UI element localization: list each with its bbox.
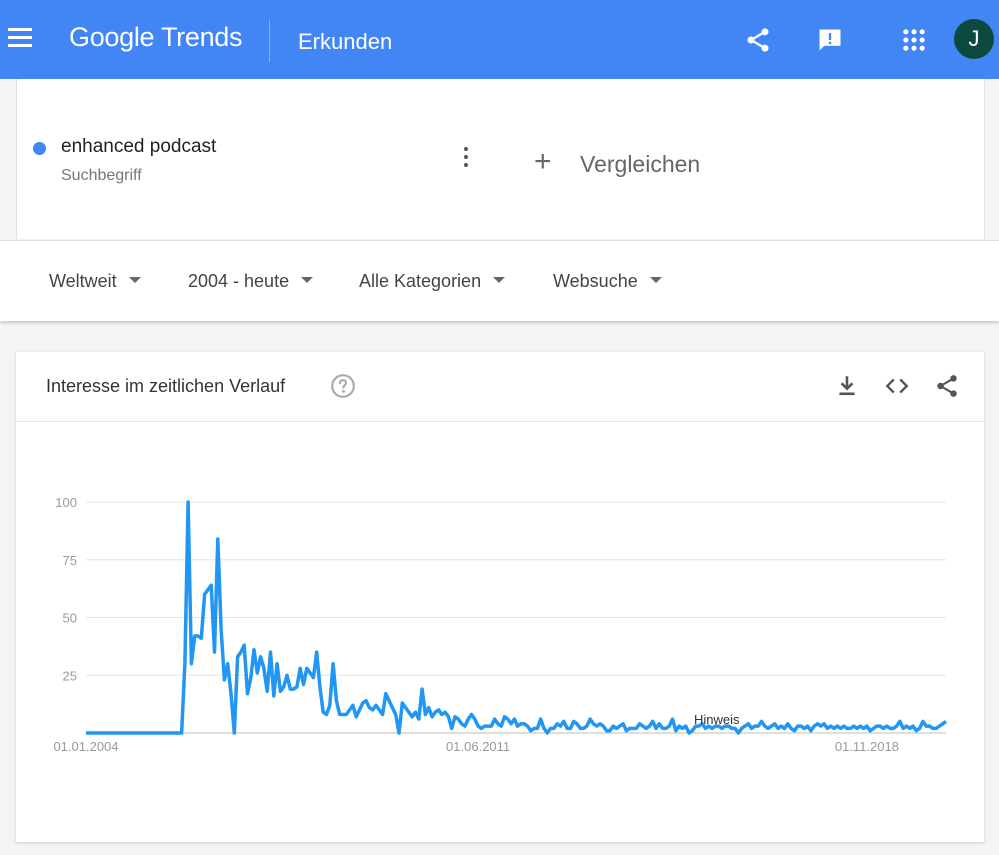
google-trends-logo[interactable]: Google Trends	[69, 22, 243, 53]
search-term-card: enhanced podcast Suchbegriff	[16, 79, 502, 239]
filter-search-type[interactable]: Websuche	[553, 271, 662, 292]
y-tick-label: 50	[63, 611, 77, 626]
menu-icon[interactable]	[8, 28, 34, 52]
x-tick-label: 01.06.2011	[446, 739, 510, 754]
filter-bar: Weltweit 2004 - heute Alle Kategorien We…	[0, 240, 999, 321]
chart-note-label: Hinweis	[694, 712, 740, 727]
x-tick-label: 01.11.2018	[835, 739, 899, 754]
filter-region[interactable]: Weltweit	[49, 271, 141, 292]
filter-category[interactable]: Alle Kategorien	[359, 271, 506, 292]
interest-line-chart: 100 75 50 25 01.01.2004 01.06.2011 01.11.2018 H…	[53, 495, 948, 754]
filter-time-range[interactable]: 2004 - heute	[188, 271, 314, 292]
logo-google-text: Google	[69, 22, 155, 52]
caret-down-icon	[301, 277, 314, 284]
page-title: Erkunden	[298, 29, 393, 54]
filter-time-range-label: 2004 - heute	[188, 271, 290, 291]
filter-region-label: Weltweit	[49, 271, 117, 291]
caret-down-icon	[128, 277, 141, 284]
compare-button[interactable]: + Vergleichen	[501, 79, 985, 239]
more-vert-icon[interactable]	[461, 147, 471, 171]
logo-trends-text: Trends	[160, 22, 243, 52]
caret-down-icon	[649, 277, 662, 284]
y-tick-label: 100	[55, 495, 77, 510]
header-divider	[269, 20, 270, 62]
plus-icon: +	[534, 145, 552, 178]
search-term-name[interactable]: enhanced podcast	[61, 136, 216, 158]
caret-down-icon	[493, 277, 506, 284]
search-term-type: Suchbegriff	[61, 167, 142, 184]
feedback-icon[interactable]	[816, 26, 844, 54]
y-tick-label: 75	[63, 553, 77, 568]
y-tick-label: 25	[63, 668, 77, 683]
top-app-bar: Google Trends Erkunden J	[0, 0, 999, 79]
apps-grid-icon[interactable]	[900, 26, 928, 54]
x-tick-label: 01.01.2004	[53, 739, 118, 754]
share-icon[interactable]	[744, 26, 772, 54]
filter-category-label: Alle Kategorien	[359, 271, 482, 291]
compare-label: Vergleichen	[580, 151, 701, 177]
interest-over-time-card: Interesse im zeitlichen Verlauf 100 75 50 2…	[16, 352, 984, 842]
avatar[interactable]: J	[954, 19, 994, 59]
filter-search-type-label: Websuche	[553, 271, 638, 291]
series-color-dot	[33, 142, 46, 155]
